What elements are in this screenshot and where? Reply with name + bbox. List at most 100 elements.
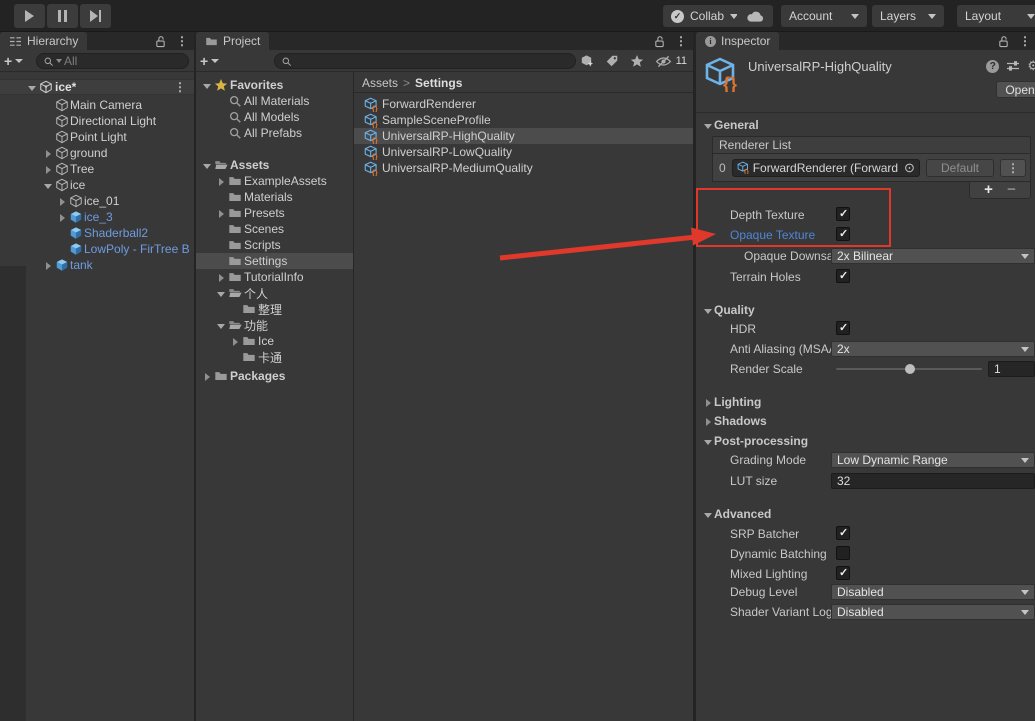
- opaque-texture-checkbox[interactable]: [836, 227, 850, 241]
- collab-dropdown[interactable]: ✓ Collab: [663, 5, 746, 27]
- foldout-collapsed-icon[interactable]: [215, 207, 228, 220]
- tab-inspector[interactable]: i Inspector: [696, 32, 779, 50]
- debug-level-dropdown[interactable]: Disabled: [831, 584, 1035, 600]
- depth-texture-checkbox[interactable]: [836, 207, 850, 221]
- project-tree-item[interactable]: All Models: [196, 109, 353, 125]
- add-asset-button[interactable]: +: [200, 53, 226, 69]
- asset-list-item[interactable]: UniversalRP-MediumQuality: [354, 160, 693, 176]
- presets-icon[interactable]: [1006, 60, 1020, 72]
- project-tree-item[interactable]: Presets: [196, 205, 353, 221]
- renderer-list-item[interactable]: 0 ForwardRenderer (ForwardRendererData) …: [712, 154, 1031, 182]
- kebab-menu-icon[interactable]: ⋮: [675, 34, 687, 48]
- kebab-menu-icon[interactable]: ⋮: [176, 34, 188, 48]
- project-tree-item[interactable]: All Materials: [196, 93, 353, 109]
- srp-batcher-checkbox[interactable]: [836, 526, 850, 540]
- foldout-collapsed-icon[interactable]: [56, 195, 69, 208]
- render-scale-slider[interactable]: [836, 368, 982, 370]
- hierarchy-item[interactable]: Main Camera: [0, 97, 194, 113]
- project-tree-item[interactable]: Ice: [196, 333, 353, 349]
- foldout-expanded-icon[interactable]: [215, 287, 228, 300]
- kebab-menu-icon[interactable]: ⋮: [1019, 34, 1031, 48]
- play-button[interactable]: [14, 4, 45, 28]
- help-icon[interactable]: ?: [986, 60, 999, 73]
- project-tree-item-selected[interactable]: Settings: [196, 253, 353, 269]
- opaque-downsampling-dropdown[interactable]: 2x Bilinear: [831, 248, 1035, 264]
- pause-button[interactable]: [47, 4, 78, 28]
- foldout-expanded-icon[interactable]: [42, 179, 55, 192]
- mixed-lighting-checkbox[interactable]: [836, 566, 850, 580]
- asset-list-item[interactable]: ForwardRenderer: [354, 96, 693, 112]
- search-filter-caret-icon[interactable]: [56, 59, 62, 63]
- section-advanced[interactable]: Advanced: [696, 506, 1035, 522]
- foldout-collapsed-icon[interactable]: [201, 370, 214, 383]
- object-picker-icon[interactable]: ⊙: [902, 160, 917, 175]
- hierarchy-item[interactable]: Point Light: [0, 129, 194, 145]
- project-search-input[interactable]: [294, 54, 569, 68]
- foldout-collapsed-icon[interactable]: [42, 163, 55, 176]
- tab-project[interactable]: Project: [196, 32, 269, 50]
- asset-list-item-selected[interactable]: UniversalRP-HighQuality: [354, 128, 693, 144]
- renderer-object-field[interactable]: ForwardRenderer (ForwardRendererData) ⊙: [732, 159, 920, 177]
- section-lighting[interactable]: Lighting: [696, 394, 1035, 410]
- section-shadows[interactable]: Shadows: [696, 413, 1035, 429]
- slider-handle[interactable]: [905, 364, 915, 374]
- project-tree-item[interactable]: Materials: [196, 189, 353, 205]
- gear-icon[interactable]: ⚙: [1027, 58, 1035, 74]
- project-tree-item[interactable]: Assets: [196, 157, 353, 173]
- project-tree-item[interactable]: 卡通: [196, 349, 353, 365]
- default-button[interactable]: Default: [926, 159, 994, 177]
- hierarchy-item[interactable]: ground: [0, 145, 194, 161]
- hierarchy-item[interactable]: Shaderball2: [0, 225, 194, 241]
- add-renderer-button[interactable]: +: [984, 185, 993, 195]
- lock-icon[interactable]: [654, 35, 665, 48]
- project-tree-item[interactable]: ExampleAssets: [196, 173, 353, 189]
- open-button[interactable]: Open: [996, 81, 1035, 98]
- project-tree-item[interactable]: 个人: [196, 285, 353, 301]
- breadcrumb-root[interactable]: Assets: [362, 76, 398, 90]
- asset-list-item[interactable]: SampleSceneProfile: [354, 112, 693, 128]
- terrain-holes-checkbox[interactable]: [836, 269, 850, 283]
- foldout-collapsed-icon[interactable]: [56, 211, 69, 224]
- section-post-processing[interactable]: Post-processing: [696, 433, 1035, 449]
- foldout-collapsed-icon[interactable]: [215, 271, 228, 284]
- project-tree-item[interactable]: Packages: [196, 368, 353, 384]
- project-tree-item[interactable]: Scenes: [196, 221, 353, 237]
- foldout-collapsed-icon[interactable]: [42, 147, 55, 160]
- layers-dropdown[interactable]: Layers: [872, 5, 944, 27]
- dynamic-batching-checkbox[interactable]: [836, 546, 850, 560]
- foldout-expanded-icon[interactable]: [26, 81, 39, 94]
- hdr-checkbox[interactable]: [836, 321, 850, 335]
- hierarchy-search-input[interactable]: [64, 54, 182, 68]
- project-tree-item[interactable]: Scripts: [196, 237, 353, 253]
- foldout-collapsed-icon[interactable]: [215, 175, 228, 188]
- layout-dropdown[interactable]: Layout: [957, 5, 1035, 27]
- search-by-type-icon[interactable]: [579, 53, 594, 69]
- account-dropdown[interactable]: Account: [781, 5, 867, 27]
- tab-hierarchy[interactable]: Hierarchy: [0, 32, 87, 50]
- hierarchy-item[interactable]: ice_01: [0, 193, 194, 209]
- render-scale-value-field[interactable]: 1: [988, 361, 1035, 377]
- project-tree-item[interactable]: 整理: [196, 301, 353, 317]
- foldout-expanded-icon[interactable]: [215, 319, 228, 332]
- hierarchy-item[interactable]: Directional Light: [0, 113, 194, 129]
- kebab-menu-icon[interactable]: ⋮: [174, 80, 186, 94]
- project-tree-item[interactable]: Favorites: [196, 77, 353, 93]
- breadcrumb-current[interactable]: Settings: [415, 76, 462, 90]
- project-tree-item[interactable]: All Prefabs: [196, 125, 353, 141]
- renderer-kebab-button[interactable]: ⋮: [1000, 159, 1026, 177]
- section-general[interactable]: General: [696, 117, 1035, 133]
- grading-mode-dropdown[interactable]: Low Dynamic Range: [831, 452, 1035, 468]
- foldout-expanded-icon[interactable]: [201, 159, 214, 172]
- hierarchy-item[interactable]: LowPoly - FirTree B: [0, 241, 194, 257]
- hierarchy-item[interactable]: ice: [0, 177, 194, 193]
- remove-renderer-button[interactable]: −: [1007, 185, 1016, 195]
- cloud-button[interactable]: [737, 5, 773, 27]
- hierarchy-item[interactable]: tank: [0, 257, 194, 273]
- shader-variant-log-dropdown[interactable]: Disabled: [831, 604, 1035, 620]
- lock-icon[interactable]: [155, 35, 166, 48]
- scene-header-row[interactable]: ice* ⋮: [0, 79, 194, 95]
- hierarchy-item[interactable]: Tree: [0, 161, 194, 177]
- save-search-star-icon[interactable]: [630, 54, 644, 68]
- search-by-label-icon[interactable]: [605, 54, 619, 68]
- project-tree-item[interactable]: TutorialInfo: [196, 269, 353, 285]
